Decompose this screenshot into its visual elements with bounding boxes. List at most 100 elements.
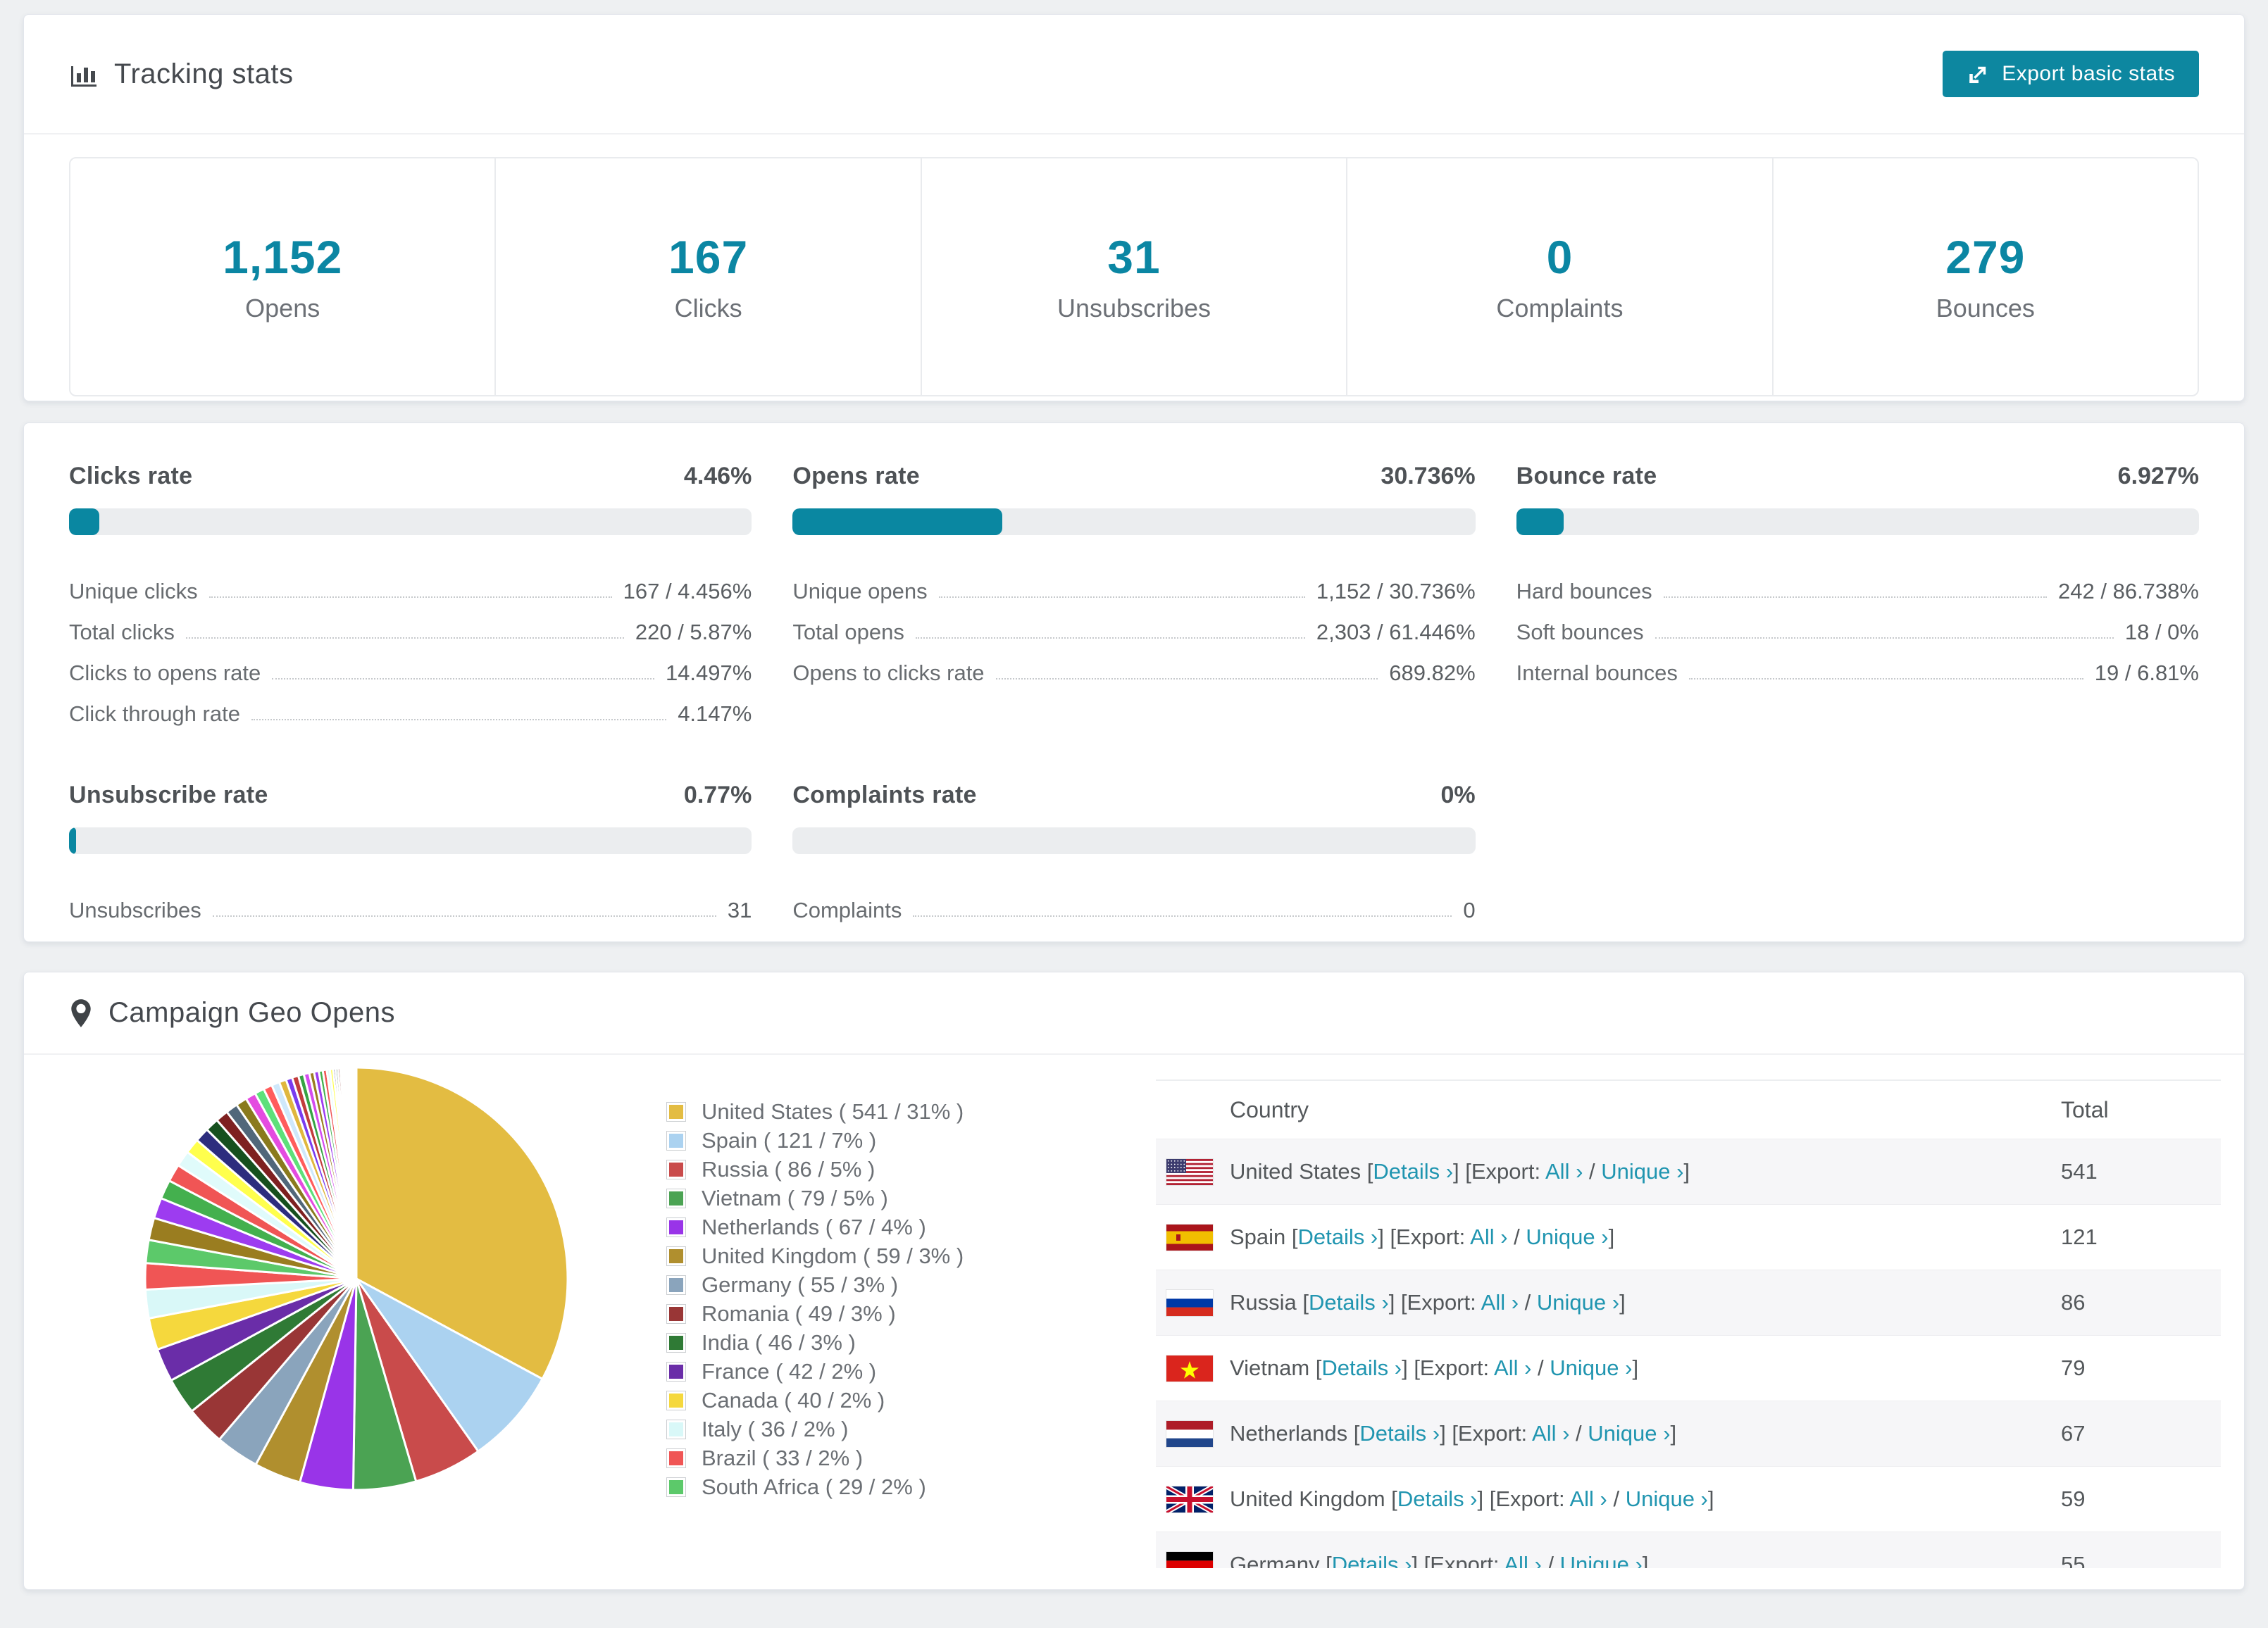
export-all-link[interactable]: All › — [1569, 1486, 1607, 1511]
export-unique-link[interactable]: Unique › — [1601, 1159, 1683, 1184]
dotted-leader — [995, 678, 1378, 680]
rate-detail-label: Click through rate — [69, 701, 240, 726]
export-all-link[interactable]: All › — [1545, 1159, 1583, 1184]
closing-bracket: ] — [1642, 1552, 1649, 1568]
legend-item[interactable]: United States ( 541 / 31% ) — [666, 1097, 964, 1126]
legend-item[interactable]: Brazil ( 33 / 2% ) — [666, 1444, 964, 1472]
tracking-stats-title-text: Tracking stats — [114, 58, 294, 89]
bar-chart-icon — [71, 66, 96, 87]
rate-title: Clicks rate — [69, 463, 193, 489]
legend-swatch-italy — [666, 1419, 686, 1439]
country-name: United States [ — [1230, 1159, 1373, 1184]
dotted-leader — [272, 678, 654, 680]
rate-value: 4.46% — [683, 463, 752, 489]
legend-swatch-south-africa — [666, 1477, 686, 1497]
rate-section: Clicks rate 4.46% Unique clicks 167 / 4.… — [69, 463, 752, 727]
export-basic-stats-button[interactable]: Export basic stats — [1943, 51, 2199, 97]
legend-label: South Africa ( 29 / 2% ) — [702, 1474, 926, 1499]
rate-detail-label: Unique clicks — [69, 579, 198, 603]
legend-swatch-netherlands — [666, 1217, 686, 1237]
stat-cell: 279 Bounces — [1774, 158, 2198, 395]
link-separator: / — [1519, 1290, 1537, 1315]
legend-item[interactable]: United Kingdom ( 59 / 3% ) — [666, 1241, 964, 1270]
rate-detail-row: Unique opens 1,152 / 30.736% — [792, 563, 1475, 604]
rate-detail-value: 19 / 6.81% — [2094, 660, 2199, 685]
legend-item[interactable]: Vietnam ( 79 / 5% ) — [666, 1184, 964, 1213]
stat-value: 167 — [668, 231, 749, 283]
export-label: ] [Export: — [1388, 1290, 1481, 1315]
export-all-link[interactable]: All › — [1532, 1421, 1569, 1446]
flag-united-kingdom — [1166, 1486, 1213, 1513]
rate-detail-value: 4.147% — [678, 701, 752, 726]
rate-value: 6.927% — [2117, 463, 2199, 489]
country-total: 79 — [2061, 1355, 2086, 1380]
rate-progress-fill — [69, 827, 76, 854]
export-all-link[interactable]: All › — [1481, 1290, 1519, 1315]
rate-detail-label: Unsubscribes — [69, 898, 201, 922]
geo-country-table: Country Total United States [Details ›] … — [1156, 1079, 2221, 1568]
export-unique-link[interactable]: Unique › — [1526, 1225, 1608, 1249]
rate-detail-label: Hard bounces — [1516, 579, 1652, 603]
legend-swatch-united-kingdom — [666, 1246, 686, 1266]
rate-detail-label: Unique opens — [792, 579, 928, 603]
rate-detail-value: 167 / 4.456% — [623, 579, 752, 603]
rate-section: Bounce rate 6.927% Hard bounces 242 / 86… — [1516, 463, 2199, 727]
legend-swatch-russia — [666, 1159, 686, 1179]
export-all-link[interactable]: All › — [1470, 1225, 1507, 1249]
export-unique-link[interactable]: Unique › — [1588, 1421, 1670, 1446]
closing-bracket: ] — [1683, 1159, 1690, 1184]
legend-label: Vietnam ( 79 / 5% ) — [702, 1185, 888, 1210]
details-link[interactable]: Details › — [1332, 1552, 1412, 1568]
export-unique-link[interactable]: Unique › — [1626, 1486, 1708, 1511]
legend-item[interactable]: South Africa ( 29 / 2% ) — [666, 1472, 964, 1501]
link-separator: / — [1607, 1486, 1626, 1511]
rate-progress-fill — [69, 508, 100, 535]
export-unique-link[interactable]: Unique › — [1537, 1290, 1619, 1315]
details-link[interactable]: Details › — [1298, 1225, 1378, 1249]
legend-swatch-romania — [666, 1303, 686, 1324]
details-link[interactable]: Details › — [1359, 1421, 1440, 1446]
tracking-stats-card: Tracking stats Export basic stats 1,152 … — [23, 14, 2245, 401]
tracking-stats-title: Tracking stats — [69, 58, 293, 90]
rate-progress-fill — [1516, 508, 1564, 535]
details-link[interactable]: Details › — [1321, 1355, 1402, 1380]
rate-progress-bar — [792, 508, 1476, 535]
export-all-link[interactable]: All › — [1504, 1552, 1541, 1568]
rate-detail-row: Unsubscribes 31 — [69, 882, 752, 923]
legend-label: France ( 42 / 2% ) — [702, 1358, 877, 1384]
rate-title: Unsubscribe rate — [69, 782, 268, 808]
rate-title: Bounce rate — [1516, 463, 1657, 489]
details-link[interactable]: Details › — [1397, 1486, 1478, 1511]
column-header-total: Total — [2061, 1096, 2109, 1122]
flag-vietnam — [1166, 1355, 1213, 1382]
legend-label: Spain ( 121 / 7% ) — [702, 1127, 877, 1153]
legend-item[interactable]: India ( 46 / 3% ) — [666, 1328, 964, 1357]
details-link[interactable]: Details › — [1373, 1159, 1453, 1184]
rate-title: Complaints rate — [792, 782, 977, 808]
campaign-geo-opens-card: Campaign Geo Opens United States ( 541 /… — [23, 972, 2245, 1590]
rate-section: Complaints rate 0% Complaints 0 — [792, 782, 1476, 923]
details-link[interactable]: Details › — [1309, 1290, 1389, 1315]
legend-label: Romania ( 49 / 3% ) — [702, 1301, 896, 1326]
legend-item[interactable]: Spain ( 121 / 7% ) — [666, 1126, 964, 1155]
legend-item[interactable]: Russia ( 86 / 5% ) — [666, 1155, 964, 1184]
rate-detail-row: Unique clicks 167 / 4.456% — [69, 563, 752, 604]
closing-bracket: ] — [1608, 1225, 1615, 1249]
legend-item[interactable]: Canada ( 40 / 2% ) — [666, 1386, 964, 1415]
legend-item[interactable]: France ( 42 / 2% ) — [666, 1357, 964, 1386]
rate-detail-label: Total clicks — [69, 620, 175, 644]
export-all-link[interactable]: All › — [1494, 1355, 1531, 1380]
export-unique-link[interactable]: Unique › — [1560, 1552, 1643, 1568]
export-unique-link[interactable]: Unique › — [1550, 1355, 1632, 1380]
rate-detail-row: Total clicks 220 / 5.87% — [69, 604, 752, 645]
legend-item[interactable]: Italy ( 36 / 2% ) — [666, 1415, 964, 1444]
geo-header: Campaign Geo Opens — [24, 972, 2244, 1055]
legend-item[interactable]: Romania ( 49 / 3% ) — [666, 1299, 964, 1328]
link-separator: / — [1531, 1355, 1550, 1380]
legend-item[interactable]: Germany ( 55 / 3% ) — [666, 1270, 964, 1299]
country-total: 67 — [2061, 1421, 2086, 1446]
rate-detail-value: 18 / 0% — [2124, 620, 2199, 644]
geo-table-row: United Kingdom [Details ›] [Export: All … — [1156, 1466, 2221, 1532]
legend-item[interactable]: Netherlands ( 67 / 4% ) — [666, 1213, 964, 1241]
geo-table-row: Germany [Details ›] [Export: All › / Uni… — [1156, 1532, 2221, 1568]
